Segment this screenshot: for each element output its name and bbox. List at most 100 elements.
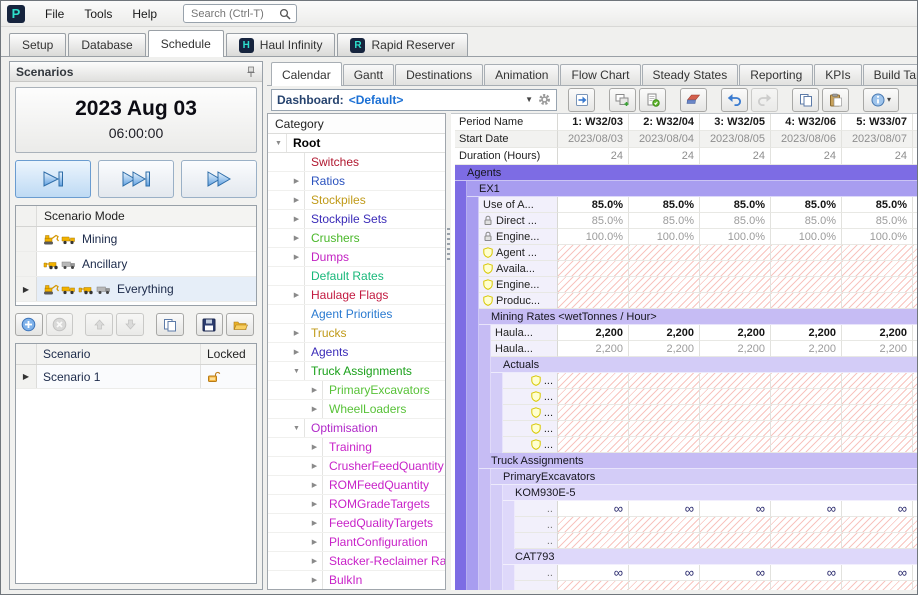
grid-cell[interactable]: [842, 533, 913, 549]
grid-cell[interactable]: ∞: [771, 565, 842, 581]
grid-cell[interactable]: [558, 437, 629, 453]
group-header[interactable]: KOM930E-5: [503, 485, 917, 501]
grid-cell[interactable]: [842, 373, 913, 389]
expander-icon[interactable]: ▶: [307, 571, 322, 589]
tab-animation[interactable]: Animation: [484, 64, 559, 85]
grid-cell[interactable]: 85.0%: [629, 213, 700, 229]
pin-icon[interactable]: [246, 66, 256, 78]
grid-cell[interactable]: [700, 517, 771, 533]
grid-cell[interactable]: [700, 373, 771, 389]
apply-dashboard-button[interactable]: [639, 88, 666, 112]
grid-cell[interactable]: [558, 389, 629, 405]
grid-cell[interactable]: 85.0%: [629, 197, 700, 213]
expander-icon[interactable]: ▶: [307, 381, 322, 399]
grid-cell[interactable]: 85.0%: [771, 197, 842, 213]
grid-cell[interactable]: 2023/08/07: [842, 131, 913, 148]
grid-cell[interactable]: [700, 421, 771, 437]
group-header[interactable]: PrimaryExcavators: [491, 469, 917, 485]
search-input[interactable]: [189, 7, 279, 21]
expander-icon[interactable]: ▼: [271, 134, 286, 152]
tree-item-haulage-flags[interactable]: ▶Haulage Flags: [268, 286, 445, 305]
tree-item-trucks[interactable]: ▶Trucks: [268, 324, 445, 343]
grid-cell[interactable]: [771, 437, 842, 453]
tab-destinations[interactable]: Destinations: [395, 64, 483, 85]
info-button[interactable]: ▾: [863, 88, 899, 112]
tree-item-training[interactable]: ▶Training: [268, 438, 445, 457]
grid-cell[interactable]: 85.0%: [700, 213, 771, 229]
mode-row-ancillary[interactable]: Ancillary: [16, 252, 256, 277]
expander-icon[interactable]: ▶: [289, 210, 304, 228]
open-scenario-button[interactable]: [226, 313, 254, 336]
tree-item-dumps[interactable]: ▶Dumps: [268, 248, 445, 267]
chevron-down-icon[interactable]: ▼: [525, 95, 533, 104]
grid-cell[interactable]: [558, 293, 629, 309]
grid-cell[interactable]: [771, 277, 842, 293]
grid-cell[interactable]: 2,200: [771, 325, 842, 341]
grid-cell[interactable]: [558, 581, 629, 590]
expander-icon[interactable]: ▶: [307, 476, 322, 494]
grid-cell[interactable]: 24: [629, 148, 700, 165]
tree-item-optimisation[interactable]: ▼Optimisation: [268, 419, 445, 438]
group-header[interactable]: Mining Rates <wetTonnes / Hour>: [479, 309, 917, 325]
tab-flow-chart[interactable]: Flow Chart: [560, 64, 640, 85]
grid-cell[interactable]: 2,200: [558, 341, 629, 357]
tree-item-root[interactable]: ▼Root: [268, 134, 445, 153]
group-header[interactable]: Actuals: [491, 357, 917, 373]
tab-reporting[interactable]: Reporting: [739, 64, 813, 85]
expander-icon[interactable]: ▶: [289, 343, 304, 361]
grid-cell[interactable]: 2023/08/03: [558, 131, 629, 148]
group-header[interactable]: Truck Assignments: [479, 453, 917, 469]
duplicate-scenario-button[interactable]: [156, 313, 184, 336]
grid-cell[interactable]: [700, 277, 771, 293]
group-header[interactable]: CAT793: [503, 549, 917, 565]
grid-cell[interactable]: ∞: [629, 501, 700, 517]
grid-cell[interactable]: 3: W32/05: [700, 114, 771, 131]
group-header[interactable]: Agents: [455, 165, 917, 181]
tree-item-bulkin[interactable]: ▶BulkIn: [268, 571, 445, 589]
grid-cell[interactable]: [700, 437, 771, 453]
expander-icon[interactable]: ▶: [307, 457, 322, 475]
grid-cell[interactable]: [771, 373, 842, 389]
tree-item-feedqualitytargets[interactable]: ▶FeedQualityTargets: [268, 514, 445, 533]
grid-cell[interactable]: [771, 261, 842, 277]
grid-cell[interactable]: [842, 517, 913, 533]
grid-cell[interactable]: [629, 389, 700, 405]
grid-cell[interactable]: [629, 421, 700, 437]
grid-cell[interactable]: 100.0%: [558, 229, 629, 245]
expander-icon[interactable]: ▶: [289, 191, 304, 209]
expander-icon[interactable]: ▶: [307, 400, 322, 418]
grid-cell[interactable]: [700, 581, 771, 590]
tree-item-stacker-reclaimer-rat[interactable]: ▶Stacker-Reclaimer Rat: [268, 552, 445, 571]
grid-cell[interactable]: 85.0%: [558, 213, 629, 229]
tree-item-stockpile-sets[interactable]: ▶Stockpile Sets: [268, 210, 445, 229]
grid-cell[interactable]: [771, 405, 842, 421]
copy-button[interactable]: [792, 88, 819, 112]
paste-button[interactable]: [822, 88, 849, 112]
tree-item-crusherfeedquantity[interactable]: ▶CrusherFeedQuantity: [268, 457, 445, 476]
grid-cell[interactable]: 2023/08/04: [629, 131, 700, 148]
grid-cell[interactable]: [629, 261, 700, 277]
tab-database[interactable]: Database: [68, 33, 145, 56]
tree-item-plantconfiguration[interactable]: ▶PlantConfiguration: [268, 533, 445, 552]
grid-cell[interactable]: [842, 389, 913, 405]
grid-cell[interactable]: 24: [700, 148, 771, 165]
group-header[interactable]: EX1: [467, 181, 917, 197]
grid-cell[interactable]: [842, 421, 913, 437]
tree-item-wheelloaders[interactable]: ▶WheelLoaders: [268, 400, 445, 419]
grid-cell[interactable]: 24: [842, 148, 913, 165]
expander-icon[interactable]: ▶: [307, 552, 322, 570]
add-dashboard-button[interactable]: [609, 88, 636, 112]
grid-cell[interactable]: ∞: [629, 565, 700, 581]
grid-cell[interactable]: [558, 245, 629, 261]
grid-cell[interactable]: [700, 405, 771, 421]
grid-cell[interactable]: [629, 533, 700, 549]
scenario-locked-cell[interactable]: [200, 365, 256, 388]
tree-item-truck-assignments[interactable]: ▼Truck Assignments: [268, 362, 445, 381]
grid-cell[interactable]: [771, 293, 842, 309]
grid-cell[interactable]: [842, 581, 913, 590]
tree-item-primaryexcavators[interactable]: ▶PrimaryExcavators: [268, 381, 445, 400]
tree-item-romgradetargets[interactable]: ▶ROMGradeTargets: [268, 495, 445, 514]
tab-steady-states[interactable]: Steady States: [642, 64, 739, 85]
grid-cell[interactable]: [700, 293, 771, 309]
grid-cell[interactable]: 2,200: [700, 325, 771, 341]
